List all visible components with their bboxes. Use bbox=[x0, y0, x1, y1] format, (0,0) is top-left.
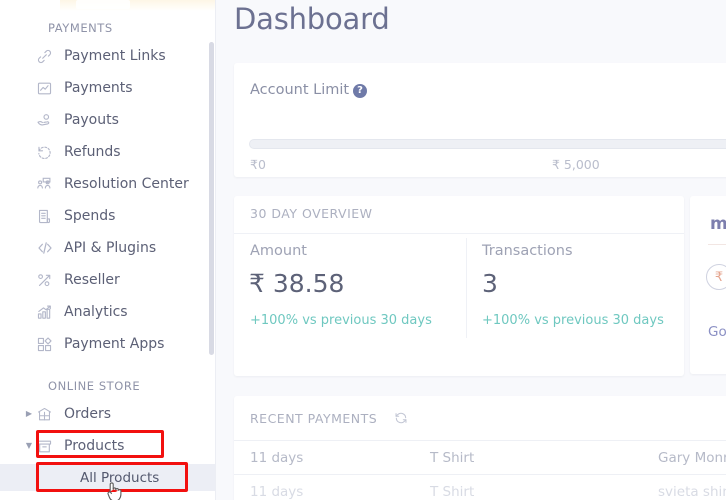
sidebar-item-label: Payouts bbox=[64, 112, 119, 128]
orders-icon bbox=[36, 406, 62, 423]
sidebar-item-label: Spends bbox=[64, 208, 116, 224]
sidebar-item-label: Payment Links bbox=[64, 48, 166, 64]
sidebar-item-label: Payment Apps bbox=[64, 336, 165, 352]
products-box-icon bbox=[36, 438, 62, 455]
rupee-coin-icon: ₹ bbox=[706, 264, 726, 290]
promo-title: m bbox=[710, 214, 726, 234]
account-limit-progress-bar bbox=[249, 139, 726, 149]
overview-title: 30 DAY OVERVIEW bbox=[250, 206, 373, 221]
sidebar-item-label: Analytics bbox=[64, 304, 128, 320]
promo-card: m ₹ Go bbox=[690, 196, 726, 374]
sidebar-item-payment-apps[interactable]: Payment Apps bbox=[22, 330, 212, 358]
overview-card: 30 DAY OVERVIEW Amount ₹ 38.58 +100% vs … bbox=[234, 196, 684, 376]
recent-payments-card: RECENT PAYMENTS 11 days T Shirt Gary Mon… bbox=[234, 396, 726, 500]
account-limit-title: Account Limit bbox=[250, 82, 350, 98]
nav-section-online-store-label: ONLINE STORE bbox=[48, 379, 141, 393]
payment-customer: Gary Monro bbox=[658, 450, 726, 466]
sidebar-item-label: Resolution Center bbox=[64, 176, 189, 192]
recent-payments-title: RECENT PAYMENTS bbox=[250, 411, 378, 426]
sidebar-item-refunds[interactable]: Refunds bbox=[22, 138, 212, 166]
payment-item: T Shirt bbox=[430, 450, 475, 466]
metric-label: Amount bbox=[250, 243, 307, 259]
chart-box-icon bbox=[36, 80, 62, 97]
metric-value: ₹ 38.58 bbox=[249, 269, 345, 298]
sidebar-banner-remnant bbox=[60, 0, 216, 11]
app-root: PAYMENTS Payment Links Payments Payouts … bbox=[0, 0, 726, 500]
payment-item: T Shirt bbox=[430, 484, 475, 500]
account-limit-max-label: ₹ 5,000 bbox=[552, 157, 600, 172]
sidebar-item-reseller[interactable]: Reseller bbox=[22, 266, 212, 294]
metric-value: 3 bbox=[482, 269, 498, 298]
code-icon bbox=[36, 239, 62, 257]
payment-age: 11 days bbox=[250, 450, 304, 466]
hand-coin-icon bbox=[36, 112, 62, 129]
sidebar-item-label: API & Plugins bbox=[64, 240, 157, 256]
metric-label: Transactions bbox=[482, 243, 573, 259]
table-row[interactable]: 11 days T Shirt Gary Monro bbox=[234, 441, 726, 475]
sidebar-item-label: Orders bbox=[64, 406, 112, 422]
main-content: Dashboard Account Limit ? ₹0 ₹ 5,000 30 … bbox=[216, 0, 726, 500]
promo-link[interactable]: Go bbox=[708, 324, 726, 340]
bar-chart-arrow-icon bbox=[36, 304, 62, 321]
promo-divider bbox=[708, 244, 726, 245]
sidebar: PAYMENTS Payment Links Payments Payouts … bbox=[0, 0, 216, 500]
sidebar-subitem-all-products[interactable]: All Products bbox=[0, 464, 216, 491]
nav-section-payments-label: PAYMENTS bbox=[48, 21, 113, 35]
sidebar-item-label: Refunds bbox=[64, 144, 121, 160]
banner-chip bbox=[76, 0, 130, 9]
metric-delta: +100% vs previous 30 days bbox=[482, 313, 664, 328]
sidebar-item-payments[interactable]: Payments bbox=[22, 74, 212, 102]
page-title: Dashboard bbox=[234, 2, 390, 36]
sidebar-item-orders[interactable]: ▶ Orders bbox=[22, 400, 212, 428]
sidebar-subitem-label: All Products bbox=[80, 469, 160, 486]
sidebar-item-resolution-center[interactable]: Resolution Center bbox=[22, 170, 212, 198]
account-limit-card: Account Limit ? ₹0 ₹ 5,000 bbox=[234, 63, 726, 177]
document-icon bbox=[36, 208, 62, 225]
sidebar-item-label: Products bbox=[64, 438, 125, 454]
payment-customer: svieta shim bbox=[658, 484, 726, 500]
percent-arrow-icon bbox=[36, 272, 62, 289]
link-icon bbox=[36, 48, 62, 65]
overview-divider bbox=[234, 233, 684, 234]
people-chat-icon bbox=[36, 176, 62, 193]
refresh-icon[interactable] bbox=[394, 410, 408, 424]
payment-age: 11 days bbox=[250, 484, 304, 500]
grid-apps-icon bbox=[36, 336, 62, 353]
sidebar-scrollbar[interactable] bbox=[209, 42, 214, 355]
account-limit-min-label: ₹0 bbox=[250, 157, 266, 172]
sidebar-item-spends[interactable]: Spends bbox=[22, 202, 212, 230]
sidebar-item-label: Reseller bbox=[64, 272, 120, 288]
chevron-down-icon: ▼ bbox=[25, 441, 33, 450]
sidebar-item-api-plugins[interactable]: API & Plugins bbox=[22, 234, 212, 262]
sidebar-item-label: Payments bbox=[64, 80, 133, 96]
help-icon[interactable]: ? bbox=[353, 84, 367, 98]
overview-column-separator bbox=[466, 238, 467, 338]
table-row[interactable]: 11 days T Shirt svieta shim bbox=[234, 475, 726, 500]
sidebar-item-payment-links[interactable]: Payment Links bbox=[22, 42, 212, 70]
refund-rotate-icon bbox=[36, 144, 62, 161]
sidebar-item-products[interactable]: ▼ Products bbox=[22, 432, 212, 460]
metric-delta: +100% vs previous 30 days bbox=[250, 313, 432, 328]
sidebar-item-payouts[interactable]: Payouts bbox=[22, 106, 212, 134]
chevron-right-icon: ▶ bbox=[25, 409, 33, 418]
sidebar-item-analytics[interactable]: Analytics bbox=[22, 298, 212, 326]
